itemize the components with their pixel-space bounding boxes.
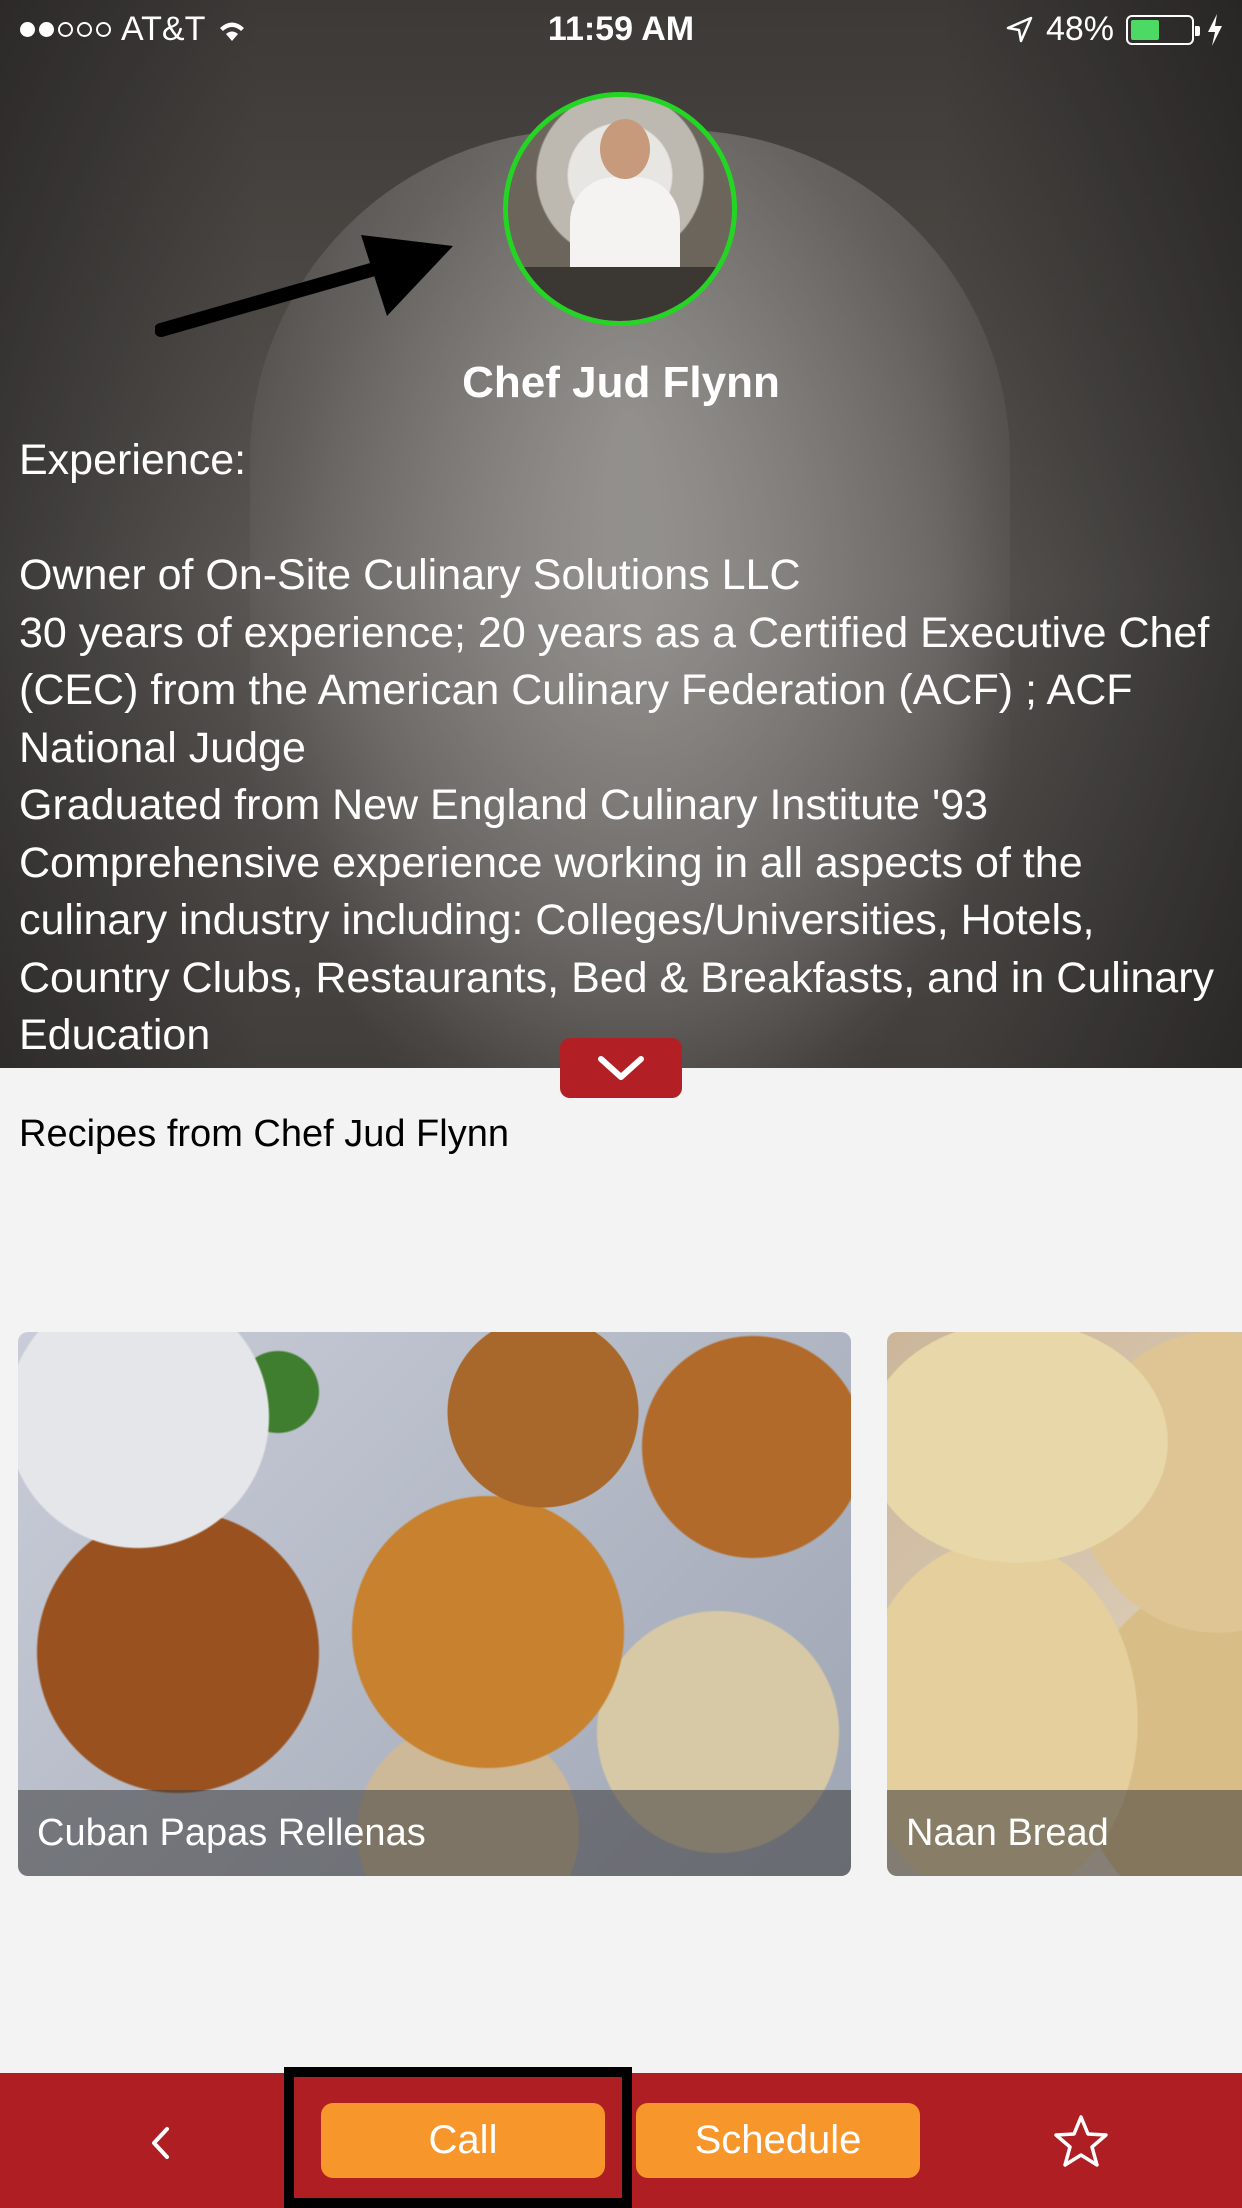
status-bar: AT&T 11:59 AM 48%: [0, 0, 1242, 60]
recipe-name: Naan Bread: [887, 1790, 1242, 1876]
status-right: 48%: [1004, 10, 1224, 49]
star-icon: [1054, 2115, 1108, 2167]
avatar-counter: [508, 267, 732, 321]
chef-bio: Experience: Owner of On-Site Culinary So…: [19, 436, 1215, 1059]
expand-bio-button[interactable]: [560, 1038, 682, 1098]
recipes-section-title: Recipes from Chef Jud Flynn: [19, 1113, 509, 1155]
chevron-down-icon: [598, 1056, 644, 1080]
chef-avatar[interactable]: [503, 92, 737, 326]
favorite-button[interactable]: [1050, 2110, 1112, 2172]
battery-percent: 48%: [1045, 10, 1114, 48]
chef-name: Chef Jud Flynn: [462, 358, 780, 407]
recipe-card[interactable]: Cuban Papas Rellenas: [18, 1332, 851, 1876]
chef-header: AT&T 11:59 AM 48% Chef Jud Flynn Experie…: [0, 0, 1242, 1068]
chevron-left-icon: [152, 2127, 169, 2159]
recipe-name: Cuban Papas Rellenas: [18, 1790, 851, 1876]
call-highlight-annotation: [284, 2067, 632, 2208]
back-button[interactable]: [130, 2113, 190, 2173]
charging-bolt-icon: [1208, 13, 1222, 46]
arrow-icon: [155, 235, 453, 337]
battery-level: [1131, 19, 1159, 40]
schedule-button[interactable]: Schedule: [636, 2103, 920, 2178]
recipe-card[interactable]: Naan Bread: [887, 1332, 1242, 1876]
location-icon: [1006, 16, 1033, 42]
avatar-chef-face: [600, 119, 650, 179]
battery-icon: [1126, 14, 1200, 45]
